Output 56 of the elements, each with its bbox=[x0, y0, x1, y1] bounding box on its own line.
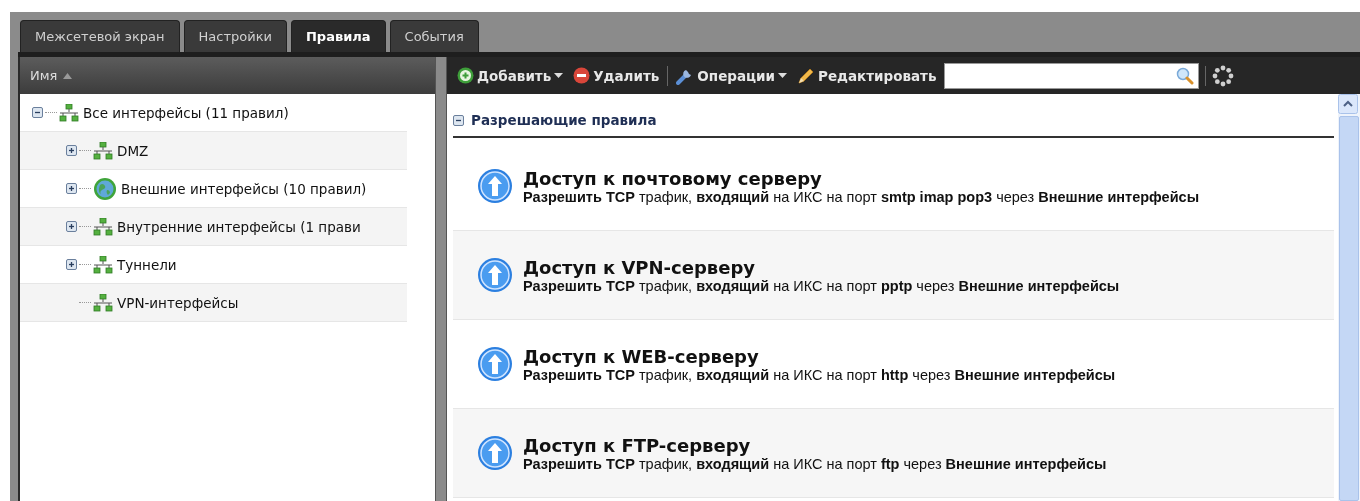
tab[interactable]: Правила bbox=[290, 20, 386, 52]
rule-description: Разрешить TCP трафик, входящий на ИКС на порт ftp через Внешние интерфейсы bbox=[523, 455, 1107, 472]
tree-item[interactable]: DMZ bbox=[20, 132, 407, 170]
tab[interactable]: События bbox=[389, 20, 479, 52]
minus-icon bbox=[573, 67, 591, 84]
collapse-icon[interactable] bbox=[32, 107, 43, 118]
tree-item-label: Туннели bbox=[117, 256, 177, 273]
tree-item-label: Внешние интерфейсы (10 правил) bbox=[121, 180, 367, 197]
rule-title: Доступ к WEB-серверу bbox=[523, 345, 760, 367]
collapse-icon[interactable] bbox=[453, 114, 464, 126]
tree-item-label: Внутренние интерфейсы (1 прави bbox=[117, 218, 361, 235]
caret-icon bbox=[778, 73, 787, 78]
up-arrow-icon bbox=[477, 435, 513, 471]
column-header[interactable]: Имя bbox=[20, 57, 435, 94]
toolbar-button[interactable]: Операции bbox=[674, 66, 789, 85]
toolbar-button[interactable]: Редактировать bbox=[795, 66, 939, 85]
toolbar-button[interactable]: Удалить bbox=[571, 67, 662, 84]
scrollbar[interactable] bbox=[1338, 94, 1360, 501]
rule-title: Доступ к VPN-серверу bbox=[523, 256, 757, 278]
rule-description: Разрешить TCP трафик, входящий на ИКС на порт smtp imap pop3 через Внешние интерфейсы bbox=[523, 188, 1200, 205]
rule-description: Разрешить TCP трафик, входящий на ИКС на порт pptp через Внешние интерфейсы bbox=[523, 277, 1120, 294]
search-field[interactable] bbox=[944, 62, 1200, 89]
search-icon bbox=[1176, 66, 1195, 85]
network-icon bbox=[93, 141, 113, 160]
tree-item-label: DMZ bbox=[117, 142, 149, 159]
tree-item-label: VPN-интерфейсы bbox=[117, 294, 239, 311]
rule-title: Доступ к FTP-серверу bbox=[523, 434, 752, 456]
expand-icon[interactable] bbox=[66, 145, 77, 156]
tab[interactable]: Настройки bbox=[183, 20, 287, 52]
network-icon bbox=[93, 293, 113, 312]
up-arrow-icon bbox=[477, 346, 513, 382]
plus-icon bbox=[457, 67, 474, 84]
expand-icon[interactable] bbox=[66, 183, 77, 194]
network-icon bbox=[93, 217, 113, 236]
expand-icon[interactable] bbox=[66, 259, 77, 270]
rule-item[interactable]: Доступ к VPN-серверу Разрешить TCP трафик, входящий на ИКС на порт pptp через Внешние интерфейсы bbox=[453, 231, 1334, 320]
up-arrow-icon bbox=[477, 168, 513, 204]
section-title: Разрешающие правила bbox=[471, 112, 657, 128]
tree-item[interactable]: VPN-интерфейсы bbox=[20, 284, 407, 322]
tree-item[interactable]: Внутренние интерфейсы (1 прави bbox=[20, 208, 407, 246]
up-arrow-icon bbox=[477, 257, 513, 293]
scroll-up-icon[interactable] bbox=[1338, 94, 1358, 114]
toolbar-button[interactable]: Добавить bbox=[455, 67, 566, 84]
network-icon bbox=[59, 103, 79, 122]
globe-icon bbox=[93, 176, 117, 201]
network-icon bbox=[93, 255, 113, 274]
section-header[interactable]: Разрешающие правила bbox=[453, 94, 1334, 138]
tab[interactable]: Межсетевой экран bbox=[20, 20, 180, 52]
rule-title: Доступ к почтовому серверу bbox=[523, 167, 823, 189]
pencil-icon bbox=[797, 66, 815, 85]
tree-item-label: Все интерфейсы (11 правил) bbox=[83, 104, 289, 121]
rule-description: Разрешить TCP трафик, входящий на ИКС на порт http через Внешние интерфейсы bbox=[523, 366, 1116, 383]
rule-item[interactable]: Доступ к FTP-серверу Разрешить TCP трафик, входящий на ИКС на порт ftp через Внешние интерфейсы bbox=[453, 409, 1334, 498]
settings-icon[interactable] bbox=[1212, 64, 1235, 87]
expand-icon[interactable] bbox=[66, 221, 77, 232]
caret-icon bbox=[554, 73, 564, 78]
